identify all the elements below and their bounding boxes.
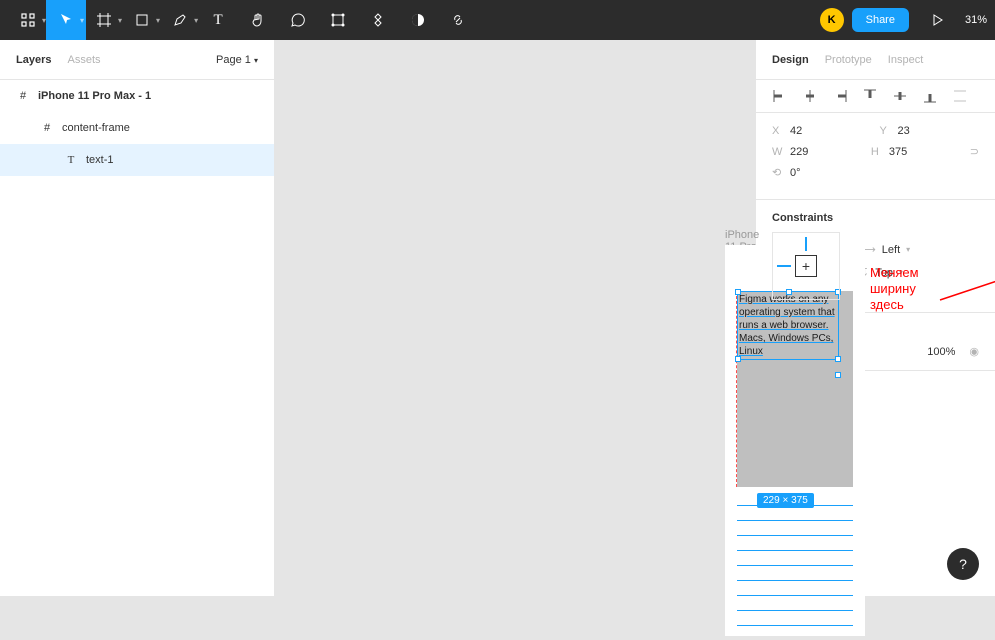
tab-inspect[interactable]: Inspect (888, 54, 923, 66)
position-section: X 42 Y 23 W 229 H 375 ⊃ ⟲ 0° (756, 113, 995, 200)
y-input[interactable]: 23 (898, 125, 948, 137)
chevron-down-icon[interactable]: ▾ (80, 16, 84, 25)
opacity-input[interactable]: 100% (927, 346, 955, 358)
x-input[interactable]: 42 (790, 125, 840, 137)
resize-handle[interactable] (735, 289, 741, 295)
tab-layers[interactable]: Layers (16, 54, 51, 66)
align-center-v-icon[interactable] (892, 88, 908, 104)
tab-assets[interactable]: Assets (67, 54, 100, 66)
text-tool-icon[interactable]: T (198, 0, 238, 40)
left-panel: Layers Assets Page 1 ▾ # iPhone 11 Pro M… (0, 40, 275, 596)
w-input[interactable]: 229 (790, 146, 840, 158)
align-left-icon[interactable] (772, 88, 788, 104)
resize-handle[interactable] (735, 356, 741, 362)
text-content: Figma works on any operating system that… (739, 294, 835, 357)
layer-label: content-frame (62, 122, 130, 134)
content-frame[interactable]: Figma works on any operating system that… (737, 291, 853, 487)
components-icon[interactable] (358, 0, 398, 40)
layer-label: text-1 (86, 154, 114, 166)
rectangle-icon[interactable] (318, 0, 358, 40)
chevron-down-icon[interactable]: ▾ (156, 16, 160, 25)
layer-row-text[interactable]: T text-1 (0, 144, 274, 176)
h-input[interactable]: 375 (889, 146, 939, 158)
constraint-h-select[interactable]: ⟼ Left ▾ (860, 243, 910, 256)
layer-label: iPhone 11 Pro Max - 1 (38, 90, 151, 102)
layer-row-frame[interactable]: # iPhone 11 Pro Max - 1 (0, 80, 274, 112)
arrow-annotation (935, 260, 995, 310)
annotation-text: Меняем ширину здесь (870, 265, 919, 313)
w-label: W (772, 146, 784, 158)
tab-prototype[interactable]: Prototype (825, 54, 872, 66)
avatar[interactable]: K (820, 8, 844, 32)
share-button[interactable]: Share (852, 8, 909, 32)
layer-row-content[interactable]: # content-frame (0, 112, 274, 144)
align-tools (756, 80, 995, 113)
overflow-lines (737, 505, 853, 640)
align-top-icon[interactable] (862, 88, 878, 104)
chevron-down-icon[interactable]: ▾ (118, 16, 122, 25)
align-right-icon[interactable] (832, 88, 848, 104)
y-label: Y (880, 125, 892, 137)
rotation-icon: ⟲ (772, 166, 784, 179)
tab-design[interactable]: Design (772, 54, 809, 66)
distribute-icon[interactable] (952, 88, 968, 104)
help-button[interactable]: ? (947, 548, 979, 580)
text-icon: T (64, 154, 78, 166)
top-toolbar: ▾ ▾ ▾ ▾ ▾ T K Share 31% (0, 0, 995, 40)
canvas[interactable]: iPhone 11 Pro Max - 1 Figma works on any… (275, 40, 755, 596)
zoom-level[interactable]: 31% (965, 14, 987, 26)
chevron-down-icon[interactable]: ▾ (194, 16, 198, 25)
page-selector[interactable]: Page 1 ▾ (216, 54, 258, 66)
play-icon[interactable] (917, 0, 957, 40)
x-label: X (772, 125, 784, 137)
constraints-widget[interactable]: + (772, 232, 840, 300)
frame-icon: # (40, 122, 54, 134)
device-frame[interactable]: Figma works on any operating system that… (725, 245, 865, 636)
visibility-icon[interactable]: ◉ (969, 345, 979, 358)
link-icon[interactable] (438, 0, 478, 40)
hand-tool-icon[interactable] (238, 0, 278, 40)
text-selection[interactable]: Figma works on any operating system that… (737, 291, 839, 360)
frame-icon: # (16, 90, 30, 102)
resize-handle[interactable] (835, 372, 841, 378)
resize-handle[interactable] (835, 356, 841, 362)
chevron-down-icon[interactable]: ▾ (42, 16, 46, 25)
h-label: H (871, 146, 883, 158)
comment-tool-icon[interactable] (278, 0, 318, 40)
link-dimensions-icon[interactable]: ⊃ (970, 145, 979, 158)
align-bottom-icon[interactable] (922, 88, 938, 104)
constraints-title: Constraints (772, 212, 979, 224)
mask-icon[interactable] (398, 0, 438, 40)
align-center-h-icon[interactable] (802, 88, 818, 104)
rotation-input[interactable]: 0° (790, 167, 840, 179)
